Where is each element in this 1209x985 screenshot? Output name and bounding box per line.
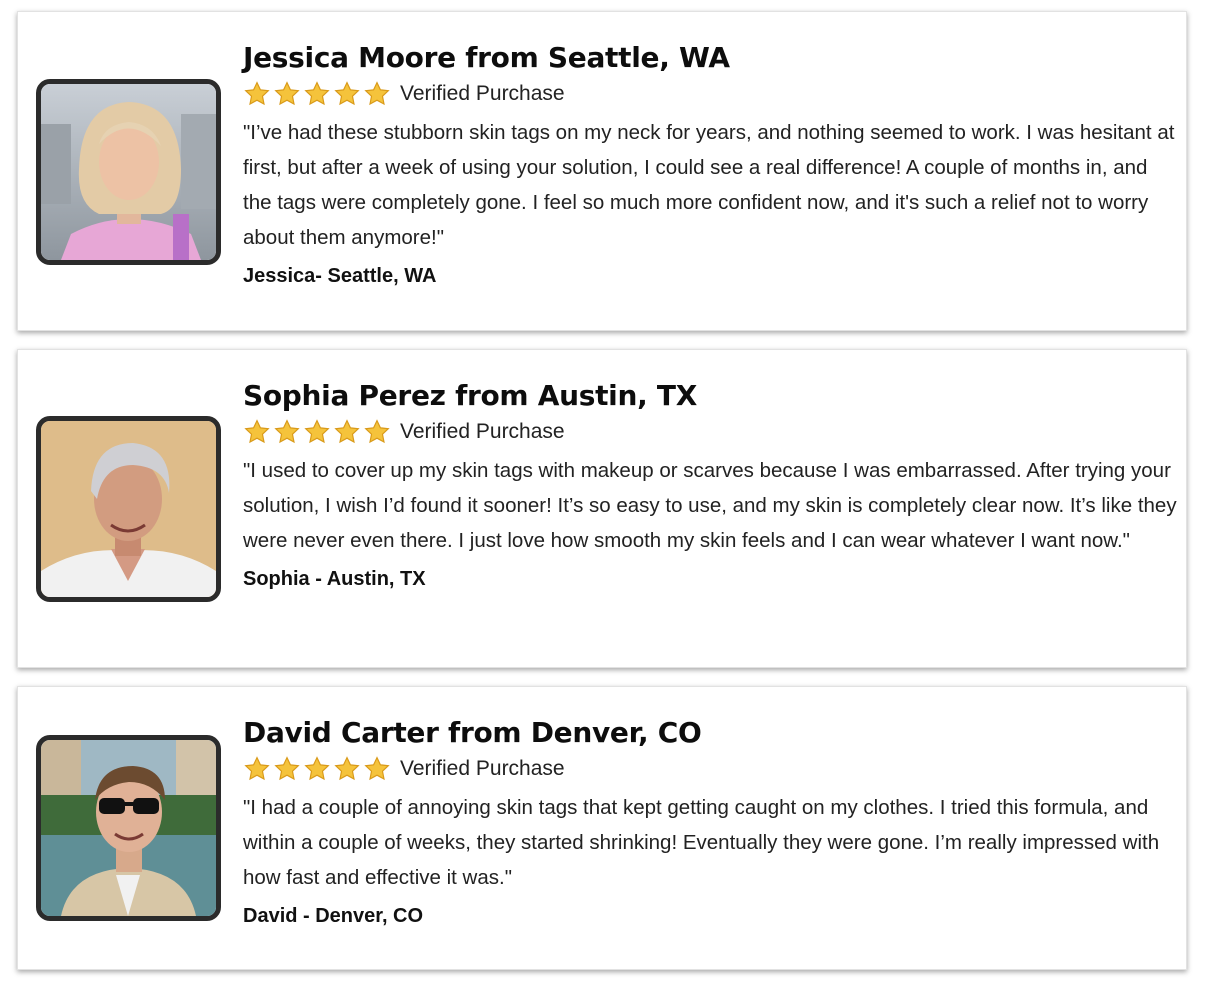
- rating-row: Verified Purchase: [243, 79, 1178, 109]
- reviewer-photo: [36, 79, 221, 265]
- star-icon: [364, 756, 390, 781]
- star-icon: [274, 81, 300, 106]
- reviewer-signature: Sophia - Austin, TX: [243, 568, 426, 590]
- reviewer-photo: [36, 735, 221, 921]
- rating-row: Verified Purchase: [243, 754, 1178, 784]
- star-icon: [244, 419, 270, 444]
- review-text: "I had a couple of annoying skin tags th…: [243, 796, 1160, 889]
- star-icon: [334, 756, 360, 781]
- star-icon: [304, 419, 330, 444]
- star-rating: [243, 755, 391, 783]
- reviewer-title: Sophia Perez from Austin, TX: [243, 379, 697, 412]
- star-icon: [244, 81, 270, 106]
- verified-purchase-label: Verified Purchase: [400, 82, 565, 105]
- star-icon: [364, 419, 390, 444]
- verified-purchase-label: Verified Purchase: [400, 420, 565, 443]
- review-text: "I used to cover up my skin tags with ma…: [243, 459, 1177, 552]
- star-icon: [244, 756, 270, 781]
- star-icon: [274, 419, 300, 444]
- star-rating: [243, 80, 391, 108]
- verified-purchase-label: Verified Purchase: [400, 757, 565, 780]
- reviewer-signature: Jessica- Seattle, WA: [243, 265, 437, 287]
- star-icon: [334, 81, 360, 106]
- star-icon: [304, 81, 330, 106]
- review-card: Sophia Perez from Austin, TX Verified Pu…: [17, 349, 1187, 668]
- reviewer-title: Jessica Moore from Seattle, WA: [243, 41, 730, 74]
- star-icon: [364, 81, 390, 106]
- rating-row: Verified Purchase: [243, 417, 1178, 447]
- review-card: Jessica Moore from Seattle, WA Verified …: [17, 11, 1187, 331]
- star-icon: [334, 419, 360, 444]
- reviewer-signature: David - Denver, CO: [243, 905, 424, 927]
- reviewer-photo: [36, 416, 221, 602]
- reviewer-title: David Carter from Denver, CO: [243, 716, 702, 749]
- star-rating: [243, 418, 391, 446]
- star-icon: [304, 756, 330, 781]
- review-card: David Carter from Denver, CO Verified Pu…: [17, 686, 1187, 970]
- star-icon: [274, 756, 300, 781]
- review-text: "I’ve had these stubborn skin tags on my…: [243, 121, 1175, 249]
